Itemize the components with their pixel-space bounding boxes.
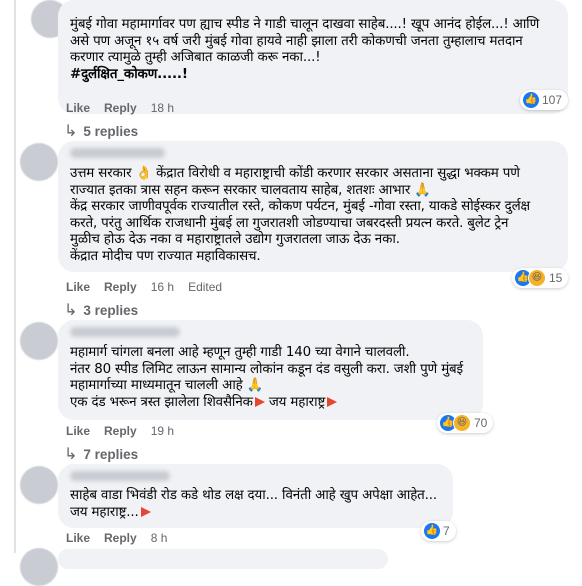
comment-text-line: राज्यात इतका त्रास सहन करून सरकार चालवता… <box>70 182 431 198</box>
flag-icon <box>140 506 151 517</box>
haha-icon: 😆 <box>528 269 546 287</box>
hashtag-link[interactable]: #दुर्लक्षित_कोकण.....! <box>70 67 556 84</box>
reply-arrow-icon: ↳ <box>64 123 78 140</box>
comment-text-line: असे पण अजून १५ वर्ष जरी मुंबई गोवा हायवे… <box>70 33 523 49</box>
comment-actions: Like Reply 8 h <box>66 531 167 545</box>
comment-bubble: साहेब वाडा भिवंडी रोड कडे थोड लक्ष दया..… <box>58 464 453 528</box>
view-replies-button[interactable]: ↳ 3 replies <box>64 300 138 320</box>
comment-text-line: एक दंड भरून त्रस्त झालेला शिवसैनिक जय मह… <box>70 395 471 412</box>
comment-text-line: जय महाराष्ट्र... <box>70 505 441 522</box>
view-replies-button[interactable]: ↳ 5 replies <box>64 121 138 141</box>
reaction-summary[interactable]: 👍 107 <box>520 90 569 110</box>
avatar[interactable] <box>20 466 58 504</box>
comment-text-line: केंद्र सरकार जाणीवपूर्वक राज्यातील रस्ते… <box>70 199 530 214</box>
reaction-count: 15 <box>549 271 563 285</box>
like-button[interactable]: Like <box>66 280 90 294</box>
timestamp[interactable]: 16 h <box>151 280 174 294</box>
replies-label: 3 replies <box>83 302 139 318</box>
flag-icon <box>254 396 265 407</box>
reply-button[interactable]: Reply <box>104 101 137 115</box>
reaction-count: 70 <box>474 416 488 430</box>
like-icon: 👍 <box>523 92 539 108</box>
comment-text-line: केंद्रात मोदीच पण राज्यात महाविकासच. <box>70 248 261 264</box>
like-icon: 👍 <box>424 523 440 539</box>
avatar[interactable] <box>20 548 58 586</box>
timestamp[interactable]: 19 h <box>151 424 174 438</box>
reply-arrow-icon: ↳ <box>64 302 78 319</box>
comment-bubble: उत्तम सरकार 👌 केंद्रात विरोधी व महाराष्ट… <box>58 141 568 272</box>
comment-actions: Like Reply 18 h <box>66 101 174 115</box>
author-name[interactable] <box>70 327 180 337</box>
like-button[interactable]: Like <box>66 531 90 545</box>
comment-text-segment: जय महाराष्ट्र <box>268 394 326 410</box>
comment-text-line: मुळीच होऊ देऊ नका व महाराष्ट्रातले उद्यो… <box>70 232 400 247</box>
timestamp[interactable]: 18 h <box>151 101 174 115</box>
comment-text-line: करते, परंतु आर्थिक राजधानी मुंबई ला गुजर… <box>70 215 509 231</box>
reaction-summary[interactable]: 👍 😆 15 <box>512 268 569 288</box>
comment-actions: Like Reply 19 h <box>66 424 174 438</box>
reply-button[interactable]: Reply <box>104 424 137 438</box>
comment-bubble: मुंबई गोवा महामार्गावर पण ह्याच स्पीड ने… <box>58 0 568 114</box>
avatar[interactable] <box>20 322 58 360</box>
like-button[interactable]: Like <box>66 424 90 438</box>
comment-text-line: उत्तम सरकार 👌 केंद्रात विरोधी व महाराष्ट… <box>70 166 520 181</box>
comment-bubble: महामार्ग चांगला बनला आहे म्हणून तुम्ही ग… <box>58 320 483 420</box>
comment-actions: Like Reply 16 h Edited <box>66 280 222 294</box>
comment-text-line: करणार त्यामुळे तुम्ही अजिबात काळजी करू न… <box>70 50 321 65</box>
comment-bubble <box>58 549 388 569</box>
reply-arrow-icon: ↳ <box>64 446 78 463</box>
comment-text-line: महामार्ग चांगला बनला आहे म्हणून तुम्ही ग… <box>70 345 410 360</box>
reaction-count: 107 <box>542 93 563 107</box>
like-button[interactable]: Like <box>66 101 90 115</box>
flag-icon <box>327 396 338 407</box>
replies-label: 7 replies <box>83 446 139 462</box>
haha-icon: 😆 <box>453 414 471 432</box>
comment-text-line: साहेब वाडा भिवंडी रोड कडे थोड लक्ष दया..… <box>70 488 437 503</box>
timestamp[interactable]: 8 h <box>151 531 168 545</box>
reaction-count: 7 <box>443 524 450 538</box>
reaction-summary[interactable]: 👍 7 <box>421 521 456 541</box>
author-name[interactable] <box>70 471 170 481</box>
thread-line <box>14 0 16 553</box>
reply-button[interactable]: Reply <box>104 280 137 294</box>
comment-text-segment: एक दंड भरून त्रस्त झालेला शिवसैनिक <box>70 394 253 410</box>
replies-label: 5 replies <box>83 123 139 139</box>
avatar[interactable] <box>20 143 58 181</box>
author-name[interactable] <box>70 148 165 158</box>
comment-text-line: नंतर 80 स्पीड लिमिट लाऊन सामान्य लोकांन … <box>70 361 463 377</box>
comment-text-line: मुंबई गोवा महामार्गावर पण ह्याच स्पीड ने… <box>70 17 540 32</box>
edited-label: Edited <box>188 280 223 294</box>
comment-text-segment: जय महाराष्ट्र... <box>70 504 139 520</box>
view-replies-button[interactable]: ↳ 7 replies <box>64 444 138 464</box>
reaction-summary[interactable]: 👍 😆 70 <box>437 413 494 433</box>
reply-button[interactable]: Reply <box>104 531 137 545</box>
comment-text-line: महामार्गाच्या माध्यमातून चालली आहे 🙏 <box>70 378 264 393</box>
